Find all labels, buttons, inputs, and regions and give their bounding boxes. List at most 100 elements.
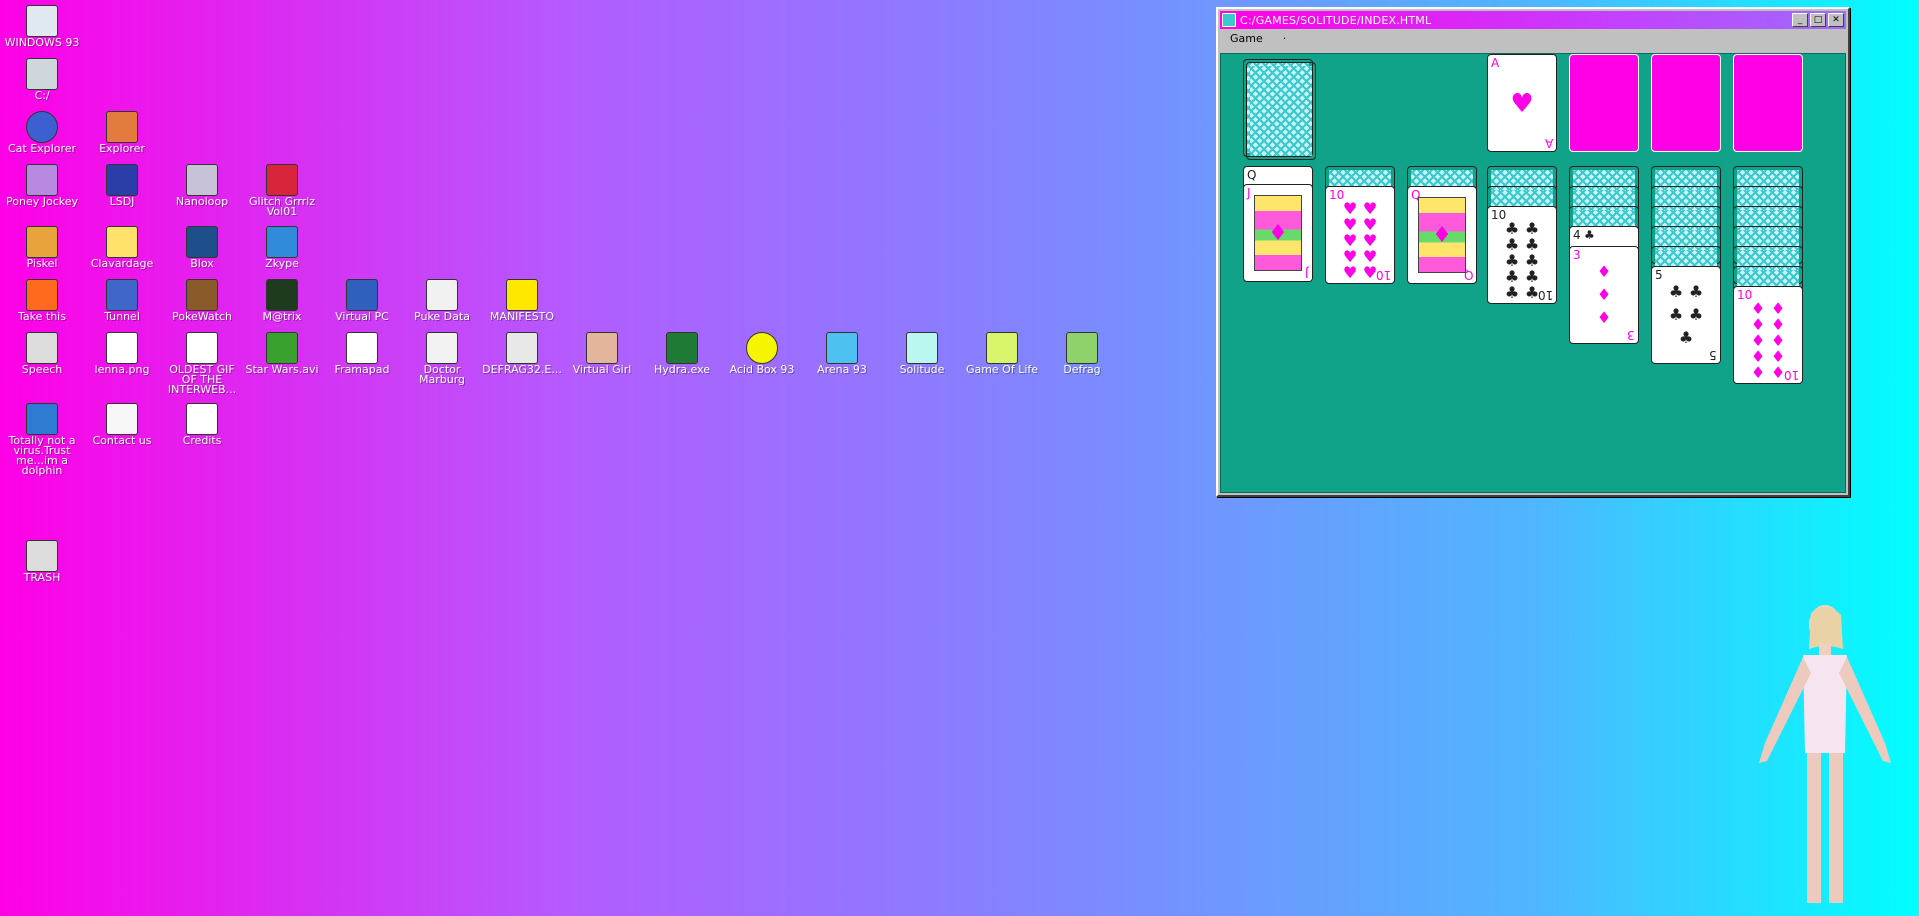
card-rank-bottom: 5 <box>1709 348 1717 362</box>
desktop-icon[interactable]: OLDEST GIF OF THE INTERWEB... <box>162 332 242 395</box>
desktop-icon[interactable]: lenna.png <box>82 332 162 375</box>
desktop-icon-label: Contact us <box>92 434 152 447</box>
desktop-icon[interactable]: TRASH <box>2 540 82 583</box>
card-rank-bottom: A <box>1544 136 1553 150</box>
desktop-icon-label: Cat Explorer <box>7 142 77 155</box>
tableau-card-top[interactable]: Q Q ♦ <box>1407 186 1477 284</box>
desktop-icon[interactable]: Piskel <box>2 226 82 269</box>
card-pips: ♥ ♥ ♥ ♥ ♥ ♥ ♥ ♥ ♥ ♥ <box>1340 201 1380 281</box>
diamond-suit-icon: ♦ <box>1750 363 1766 382</box>
desktop-icon[interactable]: Doctor Marburg <box>402 332 482 385</box>
tableau-card-top[interactable]: 3 3 ♦ ♦ ♦ <box>1569 246 1639 344</box>
desktop-icon[interactable]: Clavardage <box>82 226 162 269</box>
desktop-icon-label: Doctor Marburg <box>418 363 466 386</box>
desktop-icon[interactable]: Glitch Grrrlz Vol01 <box>242 164 322 217</box>
desktop-icon[interactable]: Defrag <box>1042 332 1122 375</box>
desktop-icon[interactable]: Virtual PC <box>322 279 402 322</box>
stock-pile-top[interactable] <box>1246 62 1316 160</box>
desktop-icon[interactable]: MANIFESTO <box>482 279 562 322</box>
desktop-icon-label: Solitude <box>899 363 945 376</box>
desktop-icon[interactable]: Contact us <box>82 403 162 446</box>
desktop-icon[interactable]: Game Of Life <box>962 332 1042 375</box>
desktop-icon[interactable]: Take this <box>2 279 82 322</box>
desktop-icon-label: DEFRAG32.E... <box>482 363 562 376</box>
foundation-slot-2[interactable] <box>1569 54 1639 152</box>
desktop-icon-label: Hydra.exe <box>653 363 711 376</box>
desktop-icon-label: Virtual PC <box>335 310 389 323</box>
minimize-button[interactable]: _ <box>1792 13 1808 27</box>
virtual-girl-figure <box>1759 605 1891 903</box>
desktop-icon[interactable]: PokeWatch <box>162 279 242 322</box>
desktop-icon[interactable]: Arena 93 <box>802 332 882 375</box>
tableau-card-top[interactable]: 10 10 ♦ ♦ ♦ ♦ ♦ ♦ ♦ ♦ ♦ ♦ <box>1733 286 1803 384</box>
chat-icon <box>106 226 138 258</box>
card-rank-bottom: 10 <box>1375 268 1391 282</box>
desktop-icon[interactable]: Nanoloop <box>162 164 242 207</box>
desktop-icon[interactable]: Totally not a virus.Trust me...im a dolp… <box>2 403 82 476</box>
desktop-icon[interactable]: Explorer <box>82 111 162 154</box>
tableau-card-top[interactable]: 5 5 ♣ ♣ ♣ ♣ ♣ <box>1651 266 1721 364</box>
desktop-icon[interactable]: DEFRAG32.E... <box>482 332 562 375</box>
desktop-icon-label: C:/ <box>34 89 50 102</box>
drive-icon <box>26 58 58 90</box>
desktop-icon[interactable]: Solitude <box>882 332 962 375</box>
card-rank: 3 <box>1573 248 1581 262</box>
desktop-icon[interactable]: Puke Data <box>402 279 482 322</box>
desktop-icon[interactable]: M@trix <box>242 279 322 322</box>
desktop-icon[interactable]: LSDJ <box>82 164 162 207</box>
desktop-icon[interactable]: Blox <box>162 226 242 269</box>
desktop-icon[interactable]: WINDOWS 93 <box>2 5 82 48</box>
desktop-icon[interactable]: Acid Box 93 <box>722 332 802 375</box>
desktop-icon[interactable]: Credits <box>162 403 242 446</box>
card-rank-bottom: 10 <box>1783 368 1799 382</box>
face-icon <box>586 332 618 364</box>
tableau-card-top[interactable]: 10 10 ♣ ♣ ♣ ♣ ♣ ♣ ♣ ♣ ♣ ♣ <box>1487 206 1557 304</box>
desktop-icon-label: Blox <box>190 257 214 270</box>
pony-icon <box>26 164 58 196</box>
club-suit-icon: ♣ <box>1504 283 1520 302</box>
tableau-card-top[interactable]: J J ♦ <box>1243 184 1313 282</box>
desktop-icon-label: Defrag <box>1063 363 1101 376</box>
foundation-ace-hearts[interactable]: A ♥ A <box>1487 54 1557 152</box>
desktop-icon[interactable]: Framapad <box>322 332 402 375</box>
desktop-icon[interactable]: Star Wars.avi <box>242 332 322 375</box>
window-title: C:/GAMES/SOLITUDE/INDEX.HTML <box>1240 13 1432 27</box>
desktop-icon-label: Speech <box>21 363 63 376</box>
desktop-icon[interactable]: C:/ <box>2 58 82 101</box>
tableau-card-top[interactable]: 10 10 ♥ ♥ ♥ ♥ ♥ ♥ ♥ ♥ ♥ ♥ <box>1325 186 1395 284</box>
heart-suit-icon: ♥ <box>1342 263 1358 282</box>
desktop-icon[interactable]: Speech <box>2 332 82 375</box>
menu-game[interactable]: Game <box>1230 32 1263 45</box>
club-suit-icon: ♣ <box>1688 282 1704 302</box>
desktop-icon-label: Credits <box>182 434 222 447</box>
zkype-icon <box>266 226 298 258</box>
desktop-icon[interactable]: Hydra.exe <box>642 332 722 375</box>
card-pips: ♣ ♣ ♣ ♣ ♣ ♣ ♣ ♣ ♣ ♣ <box>1502 221 1542 301</box>
diamond-suit-icon: ♦ <box>1268 220 1288 246</box>
palette-icon <box>26 226 58 258</box>
menu-extra[interactable]: · <box>1283 32 1287 45</box>
desktop-icon[interactable]: Tunnel <box>82 279 162 322</box>
desktop-icon[interactable]: Zkype <box>242 226 322 269</box>
desktop-icon[interactable]: Cat Explorer <box>2 111 82 154</box>
desktop-icon-label: OLDEST GIF OF THE INTERWEB... <box>167 363 237 396</box>
desktop-icon-label: Puke Data <box>414 310 470 323</box>
desktop-icon-label: Tunnel <box>104 310 140 323</box>
document-icon <box>186 403 218 435</box>
title-bar[interactable]: C:/GAMES/SOLITUDE/INDEX.HTML _ □ ✕ <box>1220 11 1846 29</box>
desktop-icon-label: Nanoloop <box>175 195 229 208</box>
card-rank: Q <box>1247 168 1257 182</box>
foundation-slot-3[interactable] <box>1651 54 1721 152</box>
question-icon <box>506 279 538 311</box>
desktop-icon[interactable]: Virtual Girl <box>562 332 642 375</box>
maximize-button[interactable]: □ <box>1810 13 1826 27</box>
close-button[interactable]: ✕ <box>1828 13 1844 27</box>
face-card-illustration: ♦ <box>1418 197 1466 273</box>
club-suit-icon: ♣ <box>1584 228 1595 242</box>
desktop-icon[interactable]: Poney Jockey <box>2 164 82 207</box>
card-table: A ♥ A Q J J ♦ 10 10 ♥ ♥ ♥ ♥ ♥ ♥ ♥ ♥ ♥ ♥ Q Q ♦ 10 10 ♣ ♣ ♣ ♣ ♣ ♣ ♣ ♣ ♣… <box>1220 53 1846 493</box>
desktop-icon-label: Clavardage <box>90 257 154 270</box>
solitude-window[interactable]: C:/GAMES/SOLITUDE/INDEX.HTML _ □ ✕ Game … <box>1216 7 1850 497</box>
foundation-slot-4[interactable] <box>1733 54 1803 152</box>
heart-suit-icon: ♥ <box>1362 263 1378 282</box>
